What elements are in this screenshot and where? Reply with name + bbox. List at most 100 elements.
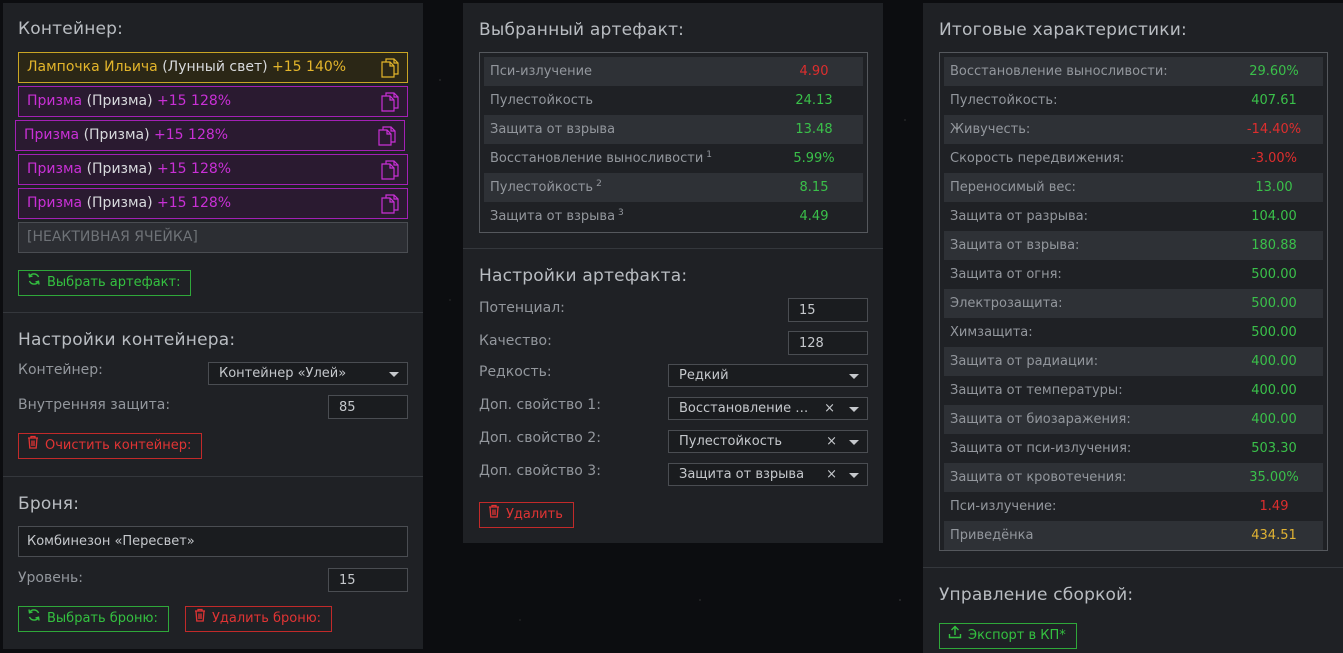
stat-label: Пулестойкость: [490, 93, 594, 108]
prop1-label: Доп. свойство 1:: [479, 397, 601, 413]
divider: [923, 567, 1343, 568]
clear-icon[interactable]: ×: [826, 467, 837, 482]
build-management-title: Управление сборкой:: [939, 585, 1134, 605]
total-stat-row: Защита от радиации: 400.00: [944, 347, 1323, 376]
stat-value: 35.00%: [1249, 470, 1299, 485]
copy-icon[interactable]: [378, 126, 396, 157]
stat-sup: 1: [706, 149, 713, 160]
stat-label: Восстановление выносливости: [490, 151, 704, 166]
potential-input[interactable]: 15: [788, 298, 868, 322]
artifact-base: (Призма): [86, 93, 153, 109]
stat-value: 4.49: [799, 209, 829, 224]
copy-icon[interactable]: [381, 160, 399, 191]
artifact-settings-title: Настройки артефакта:: [479, 266, 688, 286]
chevron-down-icon: [849, 440, 859, 445]
artifact-base: (Призма): [83, 127, 150, 143]
stat-value: 8.15: [799, 180, 829, 195]
trash-icon: [27, 434, 39, 458]
artifact-slot[interactable]: Призма (Призма) +15 128%: [15, 120, 405, 151]
total-stat-row: Защита от биозаражения: 400.00: [944, 405, 1323, 434]
inner-protection-input[interactable]: 85: [328, 395, 408, 419]
chevron-down-icon: [389, 372, 399, 377]
prop3-label: Доп. свойство 3:: [479, 463, 601, 479]
totals-title: Итоговые характеристики:: [939, 20, 1187, 40]
artifact-bonus: +15 128%: [157, 195, 232, 211]
total-stat-row: Пси-излучение: 1.49: [944, 492, 1323, 521]
total-stat-row: Защита от взрыва: 180.88: [944, 231, 1323, 260]
armor-input[interactable]: Комбинезон «Пересвет»: [18, 526, 408, 557]
rarity-label: Редкость:: [479, 364, 552, 380]
stat-label: Пулестойкость:: [950, 93, 1058, 108]
artifact-slot[interactable]: Призма (Призма) +15 128%: [18, 154, 408, 185]
stat-value: 180.88: [1251, 238, 1297, 253]
stat-label: Пси-излучение:: [950, 499, 1057, 514]
total-stat-row: Защита от огня: 500.00: [944, 260, 1323, 289]
stat-value: 503.30: [1251, 441, 1297, 456]
container-title: Контейнер:: [18, 19, 124, 39]
stat-value: 104.00: [1251, 209, 1297, 224]
stat-row: Защита от взрыва 13.48: [484, 115, 863, 144]
inactive-slot: [НЕАКТИВНАЯ ЯЧЕЙКА]: [18, 222, 408, 253]
total-stat-row: Защита от разрыва: 104.00: [944, 202, 1323, 231]
clear-icon[interactable]: ×: [824, 401, 835, 416]
total-stat-row: Защита от пси-излучения: 503.30: [944, 434, 1323, 463]
total-stat-row: Скорость передвижения: -3.00%: [944, 144, 1323, 173]
artifact-slot[interactable]: Призма (Призма) +15 128%: [18, 188, 408, 219]
rarity-select[interactable]: Редкий: [668, 364, 868, 387]
artifact-base: (Призма): [86, 161, 153, 177]
artifact-slot[interactable]: Призма (Призма) +15 128%: [18, 86, 408, 117]
stat-value: 13.00: [1255, 180, 1293, 195]
potential-label: Потенциал:: [479, 300, 565, 316]
chevron-down-icon: [849, 473, 859, 478]
artifact-bonus: +15 128%: [154, 127, 229, 143]
stat-value: 434.51: [1251, 528, 1297, 543]
artifact-slot[interactable]: Лампочка Ильича (Лунный свет) +15 140%: [18, 52, 408, 83]
stat-value: 400.00: [1251, 354, 1297, 369]
container-select[interactable]: Контейнер «Улей»: [208, 362, 408, 385]
stat-row: Пулестойкость 24.13: [484, 86, 863, 115]
stat-label: Скорость передвижения:: [950, 151, 1125, 166]
refresh-icon: [27, 607, 41, 631]
export-button[interactable]: Экспорт в КП*: [939, 623, 1077, 649]
clear-container-button[interactable]: Очистить контейнер:: [18, 433, 203, 459]
stat-label: Химзащита:: [950, 325, 1033, 340]
prop2-select[interactable]: Пулестойкость ×: [668, 430, 868, 453]
stat-label: Защита от пси-излучения:: [950, 441, 1132, 456]
stat-value: 24.13: [795, 93, 833, 108]
inner-protection-label: Внутренняя защита:: [18, 397, 171, 413]
stat-label: Защита от взрыва: [490, 209, 616, 224]
level-label: Уровень:: [18, 570, 83, 586]
copy-icon[interactable]: [381, 58, 399, 89]
stat-label: Защита от температуры:: [950, 383, 1123, 398]
copy-icon[interactable]: [381, 194, 399, 225]
stat-value: 500.00: [1251, 267, 1297, 282]
prop3-select[interactable]: Защита от взрыва ×: [668, 463, 868, 486]
stat-label: Защита от взрыва: [490, 122, 616, 137]
delete-armor-button[interactable]: Удалить броню:: [185, 606, 333, 632]
prop1-select[interactable]: Восстановление выносливости ×: [668, 397, 868, 420]
total-stat-row: Живучесть: -14.40%: [944, 115, 1323, 144]
stat-label: Переносимый вес:: [950, 180, 1076, 195]
stat-label: Защита от кровотечения:: [950, 470, 1127, 485]
container-settings-title: Настройки контейнера:: [18, 330, 236, 350]
stat-label: Приведёнка: [950, 528, 1034, 543]
artifact-name: Лампочка Ильича: [27, 59, 158, 75]
artifact-bonus: +15 128%: [157, 93, 232, 109]
trash-icon: [194, 607, 206, 631]
delete-artifact-button[interactable]: Удалить: [479, 502, 574, 528]
armor-title: Броня:: [18, 494, 80, 514]
chevron-down-icon: [849, 407, 859, 412]
total-stat-row: Электрозащита: 500.00: [944, 289, 1323, 318]
stat-label: Электрозащита:: [950, 296, 1063, 311]
divider: [463, 248, 883, 249]
clear-icon[interactable]: ×: [826, 434, 837, 449]
divider: [3, 476, 423, 477]
copy-icon[interactable]: [381, 92, 399, 123]
quality-input[interactable]: 128: [788, 331, 868, 355]
select-artifact-button[interactable]: Выбрать артефакт:: [18, 270, 192, 296]
stat-sup: 3: [618, 207, 624, 218]
stat-label: Живучесть:: [950, 122, 1031, 137]
level-input[interactable]: 15: [328, 568, 408, 592]
totals-stats-box: Восстановление выносливости: 29.60% Пулест…: [939, 52, 1328, 551]
select-armor-button[interactable]: Выбрать броню:: [18, 606, 169, 632]
